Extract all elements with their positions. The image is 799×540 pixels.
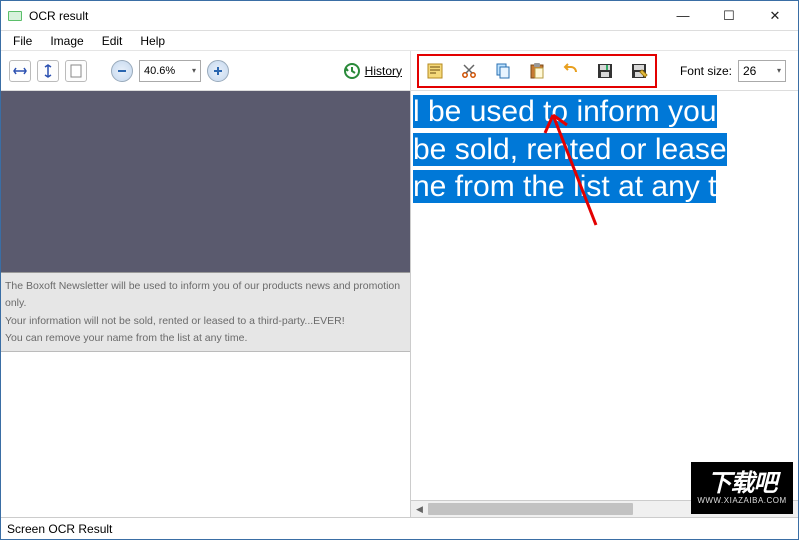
watermark-url: WWW.XIAZAIBA.COM bbox=[697, 496, 786, 505]
history-icon bbox=[343, 62, 361, 80]
toolbar: 40.6% ▾ History bbox=[1, 51, 798, 91]
cut-button[interactable] bbox=[459, 61, 479, 81]
menu-help[interactable]: Help bbox=[132, 32, 173, 50]
zoom-value: 40.6% bbox=[144, 65, 175, 77]
fit-page-button[interactable] bbox=[65, 60, 87, 82]
font-size-control: Font size: 26 ▾ bbox=[680, 60, 792, 82]
left-blank-area bbox=[1, 352, 410, 517]
page-icon bbox=[69, 64, 83, 78]
chevron-down-icon: ▾ bbox=[777, 66, 781, 75]
history-label: History bbox=[365, 64, 402, 78]
ocr-result-textarea[interactable]: l be used to inform you be sold, rented … bbox=[411, 91, 798, 500]
paste-icon bbox=[528, 62, 546, 80]
zoom-in-button[interactable] bbox=[207, 60, 229, 82]
watermark: 下载吧 WWW.XIAZAIBA.COM bbox=[691, 462, 793, 514]
zoom-level-select[interactable]: 40.6% ▾ bbox=[139, 60, 201, 82]
left-toolbar: 40.6% ▾ History bbox=[1, 51, 411, 90]
edit-toolbar-highlight bbox=[417, 54, 657, 88]
right-toolbar: Font size: 26 ▾ bbox=[411, 51, 798, 90]
statusbar: Screen OCR Result bbox=[1, 517, 798, 539]
source-line: Your information will not be sold, rente… bbox=[5, 313, 406, 330]
source-line: You can remove your name from the list a… bbox=[5, 330, 406, 347]
save-icon bbox=[596, 62, 614, 80]
fit-horizontal-button[interactable] bbox=[9, 60, 31, 82]
save-button[interactable] bbox=[595, 61, 615, 81]
scissors-icon bbox=[460, 62, 478, 80]
plus-icon bbox=[213, 66, 223, 76]
select-all-button[interactable] bbox=[425, 61, 445, 81]
window-controls: — ☐ ✕ bbox=[660, 1, 798, 31]
image-preview[interactable] bbox=[1, 91, 410, 273]
minimize-button[interactable]: — bbox=[660, 1, 706, 31]
copy-icon bbox=[494, 62, 512, 80]
source-line: The Boxoft Newsletter will be used to in… bbox=[5, 278, 406, 313]
app-icon bbox=[7, 8, 23, 24]
menu-image[interactable]: Image bbox=[42, 32, 91, 50]
fit-h-icon bbox=[13, 64, 27, 78]
fit-v-icon bbox=[41, 64, 55, 78]
close-button[interactable]: ✕ bbox=[752, 1, 798, 31]
zoom-out-button[interactable] bbox=[111, 60, 133, 82]
menubar: File Image Edit Help bbox=[1, 31, 798, 51]
chevron-down-icon: ▾ bbox=[192, 66, 196, 75]
undo-icon bbox=[562, 62, 580, 80]
menu-edit[interactable]: Edit bbox=[94, 32, 131, 50]
select-all-icon bbox=[426, 62, 444, 80]
paste-button[interactable] bbox=[527, 61, 547, 81]
source-text-panel: The Boxoft Newsletter will be used to in… bbox=[1, 273, 410, 352]
app-window: OCR result — ☐ ✕ File Image Edit Help bbox=[0, 0, 799, 540]
left-pane: The Boxoft Newsletter will be used to in… bbox=[1, 91, 411, 517]
undo-button[interactable] bbox=[561, 61, 581, 81]
scroll-left-button[interactable]: ◀ bbox=[411, 501, 428, 517]
history-button[interactable]: History bbox=[343, 62, 402, 80]
titlebar: OCR result — ☐ ✕ bbox=[1, 1, 798, 31]
font-size-label: Font size: bbox=[680, 64, 732, 78]
save-as-button[interactable] bbox=[629, 61, 649, 81]
copy-button[interactable] bbox=[493, 61, 513, 81]
maximize-button[interactable]: ☐ bbox=[706, 1, 752, 31]
content-area: The Boxoft Newsletter will be used to in… bbox=[1, 91, 798, 517]
status-text: Screen OCR Result bbox=[7, 522, 112, 536]
selected-text: l be used to inform you be sold, rented … bbox=[413, 95, 727, 203]
fit-vertical-button[interactable] bbox=[37, 60, 59, 82]
right-pane: l be used to inform you be sold, rented … bbox=[411, 91, 798, 517]
minus-icon bbox=[117, 66, 127, 76]
font-size-select[interactable]: 26 ▾ bbox=[738, 60, 786, 82]
watermark-text: 下载吧 bbox=[708, 472, 777, 496]
save-as-icon bbox=[630, 62, 648, 80]
scroll-thumb[interactable] bbox=[428, 503, 633, 515]
font-size-value: 26 bbox=[743, 64, 756, 78]
menu-file[interactable]: File bbox=[5, 32, 40, 50]
window-title: OCR result bbox=[29, 9, 660, 23]
